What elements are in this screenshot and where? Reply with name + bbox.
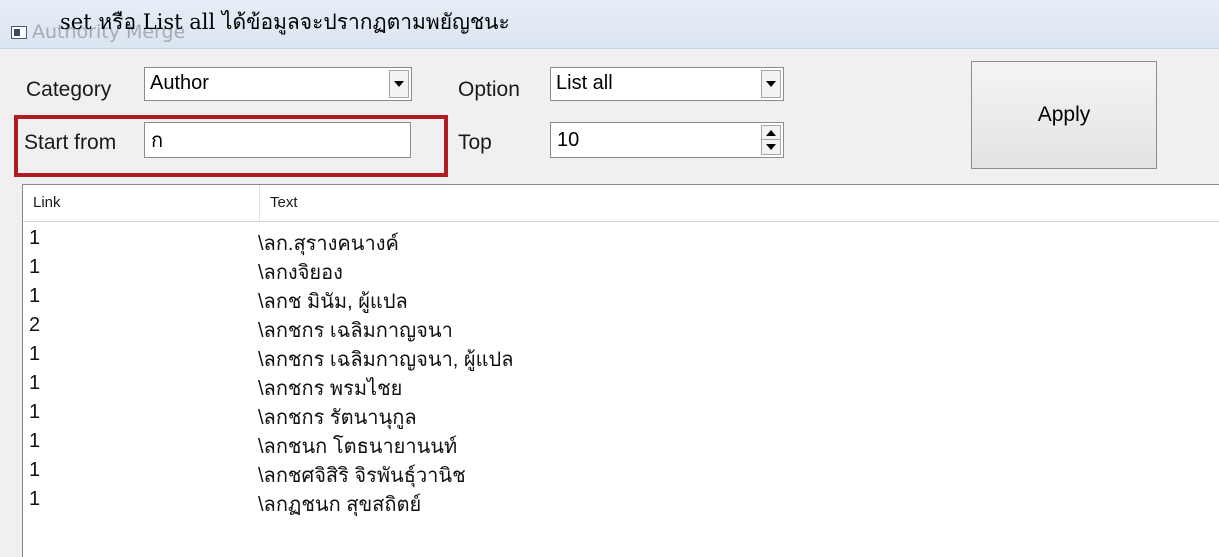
- top-input[interactable]: [551, 123, 783, 157]
- table-row[interactable]: 1 \ลกชกร รัตนานุกูล: [23, 401, 1219, 429]
- row-text: \ลกฏชนก สุขสถิตย์: [258, 494, 422, 516]
- table-row[interactable]: 1 \ลกชศจิสิริ จิรพันธุ์วานิช: [23, 459, 1219, 487]
- option-dropdown[interactable]: List all: [550, 67, 784, 101]
- arrow-down-icon: [766, 144, 776, 150]
- chevron-down-icon: [394, 81, 404, 87]
- table-row[interactable]: 1 \ลกชนก โตธนายานนท์: [23, 430, 1219, 458]
- table-row[interactable]: 1 \ลกฏชนก สุขสถิตย์: [23, 488, 1219, 516]
- title-bar: Authority Merge set หรือ List all ได้ข้อ…: [0, 0, 1219, 49]
- row-text: \ลกชศจิสิริ จิรพันธุ์วานิช: [258, 465, 466, 487]
- results-list[interactable]: Link Text 1 \ลก.สุรางคนางค์ 1 \ลกงจิยอง 1 \ลก…: [22, 184, 1219, 557]
- row-text: \ลกช มินัม, ผู้แปล: [258, 291, 408, 313]
- row-text: \ลกชกร เฉลิมกาญจนา: [258, 320, 453, 342]
- option-value: List all: [556, 72, 613, 94]
- category-dropdown-button[interactable]: [389, 70, 409, 98]
- chevron-down-icon: [766, 81, 776, 87]
- table-row[interactable]: 1 \ลก.สุรางคนางค์: [23, 227, 1219, 255]
- column-header-link[interactable]: Link: [23, 185, 260, 221]
- table-row[interactable]: 1 \ลกช มินัม, ผู้แปล: [23, 285, 1219, 313]
- top-label: Top: [458, 131, 492, 154]
- spin-down-button[interactable]: [762, 140, 780, 154]
- row-text: \ลก.สุรางคนางค์: [258, 233, 399, 255]
- row-link-count: 1: [29, 256, 41, 278]
- row-link-count: 2: [29, 314, 41, 336]
- row-text: \ลกชกร รัตนานุกูล: [258, 407, 417, 429]
- option-dropdown-button[interactable]: [761, 70, 781, 98]
- category-label: Category: [26, 78, 112, 101]
- caption-overlay: set หรือ List all ได้ข้อมูลจะปรากฏตามพยั…: [60, 10, 510, 34]
- window-icon: [11, 26, 27, 39]
- row-link-count: 1: [29, 459, 41, 481]
- table-row[interactable]: 2 \ลกชกร เฉลิมกาญจนา: [23, 314, 1219, 342]
- row-link-count: 1: [29, 285, 41, 307]
- top-stepper[interactable]: [550, 122, 784, 158]
- row-text: \ลกชกร พรมไชย: [258, 378, 403, 400]
- apply-button[interactable]: Apply: [971, 61, 1157, 169]
- row-link-count: 1: [29, 372, 41, 394]
- table-row[interactable]: 1 \ลกงจิยอง: [23, 256, 1219, 284]
- column-header-text[interactable]: Text: [260, 185, 1219, 221]
- row-text: \ลกชกร เฉลิมกาญจนา, ผู้แปล: [258, 349, 514, 371]
- table-row[interactable]: 1 \ลกชกร พรมไชย: [23, 372, 1219, 400]
- highlight-box: [14, 115, 448, 177]
- row-text: \ลกงจิยอง: [258, 262, 343, 284]
- top-spin-buttons: [761, 125, 781, 155]
- option-label: Option: [458, 78, 520, 101]
- arrow-up-icon: [766, 129, 776, 136]
- row-link-count: 1: [29, 488, 41, 510]
- row-link-count: 1: [29, 227, 41, 249]
- row-link-count: 1: [29, 343, 41, 365]
- row-text: \ลกชนก โตธนายานนท์: [258, 436, 458, 458]
- row-link-count: 1: [29, 401, 41, 423]
- spin-up-button[interactable]: [762, 126, 780, 140]
- list-header: Link Text: [23, 185, 1219, 222]
- category-value: Author: [150, 72, 209, 94]
- category-dropdown[interactable]: Author: [144, 67, 412, 101]
- row-link-count: 1: [29, 430, 41, 452]
- table-row[interactable]: 1 \ลกชกร เฉลิมกาญจนา, ผู้แปล: [23, 343, 1219, 371]
